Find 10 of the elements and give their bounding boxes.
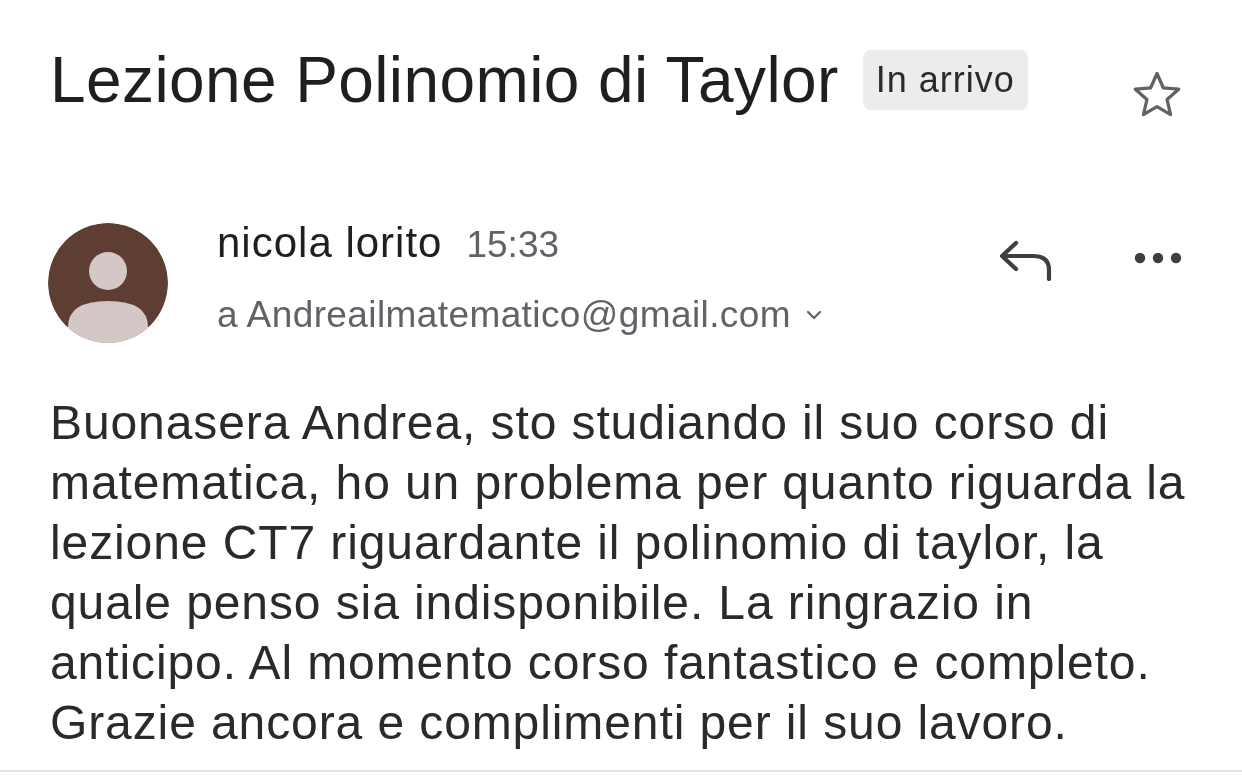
- more-options-icon[interactable]: [1134, 252, 1182, 264]
- chevron-down-icon[interactable]: [804, 309, 823, 321]
- sender-name: nicola lorito: [217, 221, 443, 265]
- avatar-icon: [48, 223, 168, 343]
- message-time: 15:33: [466, 223, 560, 267]
- recipient-address: a Andreailmatematico@gmail.com: [217, 293, 791, 337]
- email-subject: Lezione Polinomio di Taylor: [50, 43, 839, 118]
- reply-icon[interactable]: [998, 239, 1054, 281]
- message-body: Buonasera Andrea, sto studiando il suo corso di matematica, ho un problema per quanto riguarda la lezione CT7 riguardante il polinomio di taylor, la quale penso sia indisponibile. La ringrazio in anticipo. Al momento corso fantastico e completo. Grazie ancora e complimenti per il suo lavoro.: [50, 395, 1187, 751]
- inbox-label[interactable]: In arrivo: [862, 50, 1028, 110]
